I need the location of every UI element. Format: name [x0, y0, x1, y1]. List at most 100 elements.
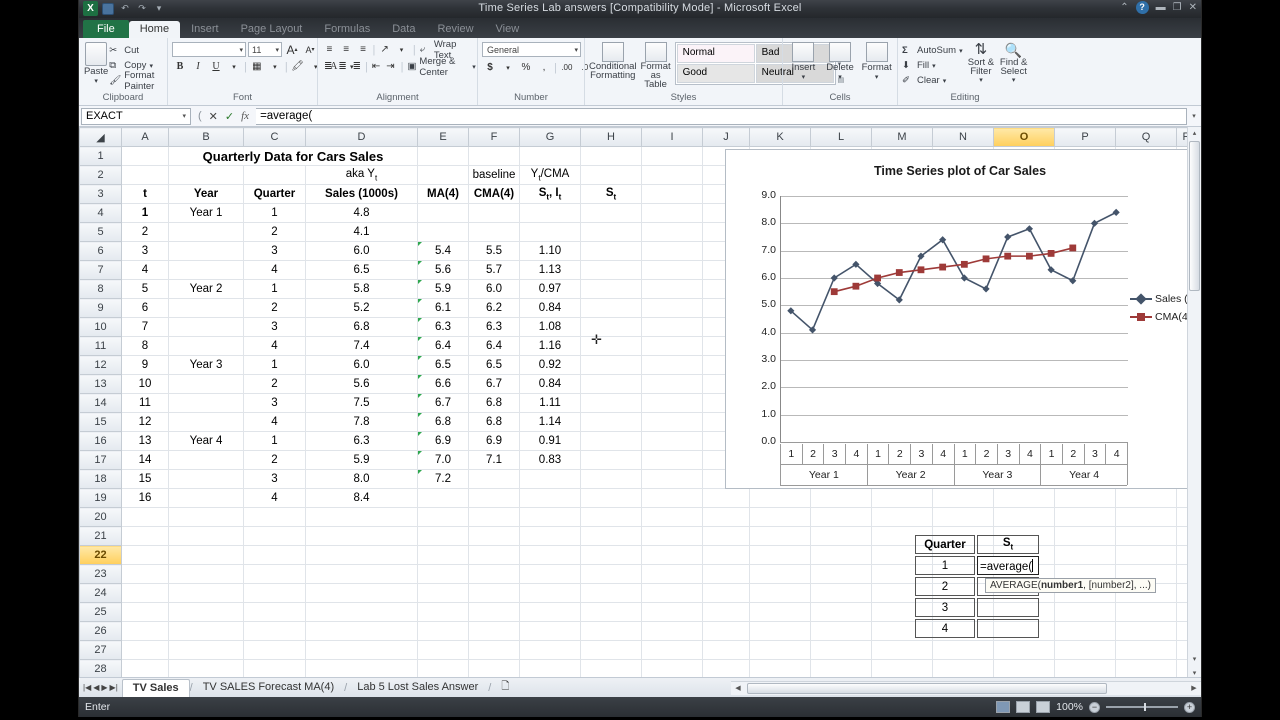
cell-A15[interactable]: 12 [121, 412, 169, 432]
autosum-button[interactable]: Σ AutoSum ▾ [902, 43, 963, 58]
cell-I7[interactable] [641, 260, 703, 280]
cell-E23[interactable] [417, 564, 469, 584]
cell-H17[interactable] [580, 450, 642, 470]
column-header-k[interactable]: K [749, 127, 811, 147]
select-all-button[interactable]: ◢ [79, 127, 122, 147]
cell-A12[interactable]: 9 [121, 355, 169, 375]
row-header-8[interactable]: 8 [79, 279, 122, 299]
cell-G25[interactable] [519, 602, 581, 622]
cell-B8[interactable]: Year 2 [168, 279, 244, 299]
cell-I4[interactable] [641, 203, 703, 223]
cell-G4[interactable] [519, 203, 581, 223]
font-size-caret-icon[interactable]: ▾ [275, 46, 279, 54]
cell-G27[interactable] [519, 640, 581, 660]
cell-C5[interactable]: 2 [243, 222, 306, 242]
row-header-22[interactable]: 22 [79, 545, 122, 565]
cell-G19[interactable] [519, 488, 581, 508]
cell-A14[interactable]: 11 [121, 393, 169, 413]
cell-B28[interactable] [168, 659, 244, 677]
cell-M27[interactable] [871, 640, 933, 660]
cell-E18[interactable]: 7.2 [417, 469, 469, 489]
cell-D20[interactable] [305, 507, 418, 527]
format-painter-button[interactable]: 🖌 Format Painter [109, 70, 163, 92]
last-sheet-icon[interactable]: ▶| [110, 683, 118, 692]
borders-icon[interactable]: ▦ [249, 59, 265, 74]
cell-L21[interactable] [810, 526, 872, 546]
column-header-h[interactable]: H [580, 127, 642, 147]
sort-filter-button[interactable]: ⇅ Sort & Filter ▾ [967, 42, 996, 85]
fill-button-caret-icon[interactable]: ▾ [932, 62, 936, 70]
underline-caret-icon[interactable]: ▾ [226, 59, 242, 74]
cell-F26[interactable] [468, 621, 520, 641]
align-top-icon[interactable]: ≡ [322, 42, 337, 57]
borders-caret-icon[interactable]: ▾ [267, 59, 283, 74]
cell-H5[interactable] [580, 222, 642, 242]
cell-E27[interactable] [417, 640, 469, 660]
column-header-m[interactable]: M [871, 127, 933, 147]
cell-K24[interactable] [749, 583, 811, 603]
cell-H19[interactable] [580, 488, 642, 508]
cell-L28[interactable] [810, 659, 872, 677]
cell-A16[interactable]: 13 [121, 431, 169, 451]
cell-A10[interactable]: 7 [121, 317, 169, 337]
cell-D14[interactable]: 7.5 [305, 393, 418, 413]
cell-I11[interactable] [641, 336, 703, 356]
cell-F12[interactable]: 6.5 [468, 355, 520, 375]
cell-G23[interactable] [519, 564, 581, 584]
cell-J28[interactable] [702, 659, 750, 677]
row-header-5[interactable]: 5 [79, 222, 122, 242]
percent-icon[interactable]: % [518, 60, 534, 75]
cell-H16[interactable] [580, 431, 642, 451]
cell-I28[interactable] [641, 659, 703, 677]
cell-E8[interactable]: 5.9 [417, 279, 469, 299]
cell-E6[interactable]: 5.4 [417, 241, 469, 261]
zoom-out-button[interactable]: − [1089, 701, 1100, 713]
cell-E19[interactable] [417, 488, 469, 508]
format-cells-button[interactable]: Format ▾ [860, 42, 893, 81]
seasonal-quarter-2[interactable]: 2 [915, 577, 975, 596]
cell-F14[interactable]: 6.8 [468, 393, 520, 413]
cell-O27[interactable] [993, 640, 1055, 660]
cell-F23[interactable] [468, 564, 520, 584]
cell-F4[interactable] [468, 203, 520, 223]
cell-E12[interactable]: 6.5 [417, 355, 469, 375]
cell-F9[interactable]: 6.2 [468, 298, 520, 318]
cell-L25[interactable] [810, 602, 872, 622]
column-header-f[interactable]: F [468, 127, 520, 147]
cell-F15[interactable]: 6.8 [468, 412, 520, 432]
cell-B18[interactable] [168, 469, 244, 489]
cell-B12[interactable]: Year 3 [168, 355, 244, 375]
cell-C7[interactable]: 4 [243, 260, 306, 280]
copy-caret-icon[interactable]: ▾ [149, 62, 153, 70]
zoom-slider[interactable] [1106, 703, 1178, 711]
cell-D10[interactable]: 6.8 [305, 317, 418, 337]
cell-B23[interactable] [168, 564, 244, 584]
sort-filter-caret-icon[interactable]: ▾ [979, 76, 983, 84]
delete-caret-icon[interactable]: ▾ [838, 73, 842, 81]
cell-H22[interactable] [580, 545, 642, 565]
row-header-13[interactable]: 13 [79, 374, 122, 394]
cell-A18[interactable]: 15 [121, 469, 169, 489]
cell-C12[interactable]: 1 [243, 355, 306, 375]
cell-D4[interactable]: 4.8 [305, 203, 418, 223]
cell-J19[interactable] [702, 488, 750, 508]
cell-H11[interactable] [580, 336, 642, 356]
format-as-table-button[interactable]: Format as Table [641, 42, 671, 89]
orientation-caret-icon[interactable]: ▾ [394, 42, 409, 57]
cell-B4[interactable]: Year 1 [168, 203, 244, 223]
cell-D21[interactable] [305, 526, 418, 546]
cell-C2[interactable] [243, 165, 306, 185]
horizontal-scroll-thumb[interactable] [747, 682, 1107, 694]
cell-C20[interactable] [243, 507, 306, 527]
cell-D3[interactable]: Sales (1000s) [305, 184, 418, 204]
cell-I24[interactable] [641, 583, 703, 603]
cell-C27[interactable] [243, 640, 306, 660]
row-header-20[interactable]: 20 [79, 507, 122, 527]
row-header-2[interactable]: 2 [79, 165, 122, 185]
cell-A4[interactable]: 1 [121, 203, 169, 223]
cell-J21[interactable] [702, 526, 750, 546]
row-header-7[interactable]: 7 [79, 260, 122, 280]
scroll-up-icon[interactable]: ▴ [1188, 127, 1201, 140]
column-header-e[interactable]: E [417, 127, 469, 147]
fill-button[interactable]: ⬇ Fill ▾ [902, 58, 963, 73]
